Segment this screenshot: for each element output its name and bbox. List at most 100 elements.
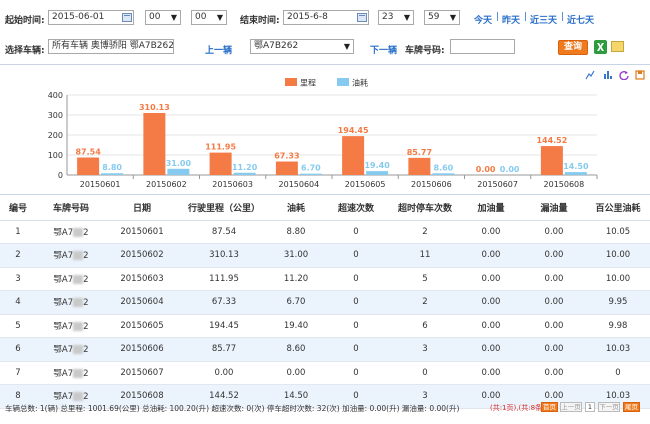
table-cell: 6.70 [270, 290, 322, 315]
y-tick-label: 100 [48, 151, 63, 160]
query-button[interactable]: 查询 [558, 40, 588, 55]
column-header: 编号 [0, 196, 36, 221]
legend-swatch [337, 78, 349, 86]
line-chart-icon[interactable] [585, 70, 595, 80]
x-tick-label: 20150607 [477, 180, 518, 189]
calendar-icon[interactable] [122, 13, 132, 22]
quick-yesterday-link[interactable]: 昨天 [502, 13, 520, 26]
table-cell: 0.00 [522, 314, 586, 338]
table-row[interactable]: 7 鄂A7 2 20150607 0.00 0.00 0 0 0.00 0.00 0 [0, 361, 650, 385]
table-row[interactable]: 3 鄂A7 2 20150603 111.95 11.20 0 5 0.00 0.00 10.00 [0, 267, 650, 291]
column-header: 超速次数 [322, 196, 390, 221]
table-cell: 0 [322, 361, 390, 385]
chevron-down-icon: ▼ [343, 42, 350, 51]
table-cell: 0.00 [460, 220, 522, 244]
table-cell: 0 [322, 220, 390, 244]
data-label: 31.00 [166, 159, 192, 168]
chevron-down-icon: ▼ [403, 13, 410, 22]
last-page-button[interactable]: 尾页 [623, 402, 640, 412]
column-header: 超时停车次数 [390, 196, 460, 221]
table-cell: 20150607 [106, 361, 178, 385]
plate-cell: 鄂A7 2 [36, 243, 106, 268]
first-page-button[interactable]: 首页 [541, 402, 558, 412]
table-cell: 10.05 [586, 220, 650, 244]
bar-mileage [143, 112, 166, 175]
table-cell: 2 [390, 290, 460, 315]
y-tick-label: 400 [48, 91, 63, 100]
table-cell: 0.00 [522, 220, 586, 244]
x-tick-label: 20150602 [146, 180, 187, 189]
refresh-icon[interactable] [619, 70, 629, 80]
plate-cell: 鄂A7 2 [36, 361, 106, 385]
table-cell: 194.45 [178, 314, 270, 338]
quick-today-link[interactable]: 今天 [474, 13, 492, 26]
plate-input[interactable] [450, 39, 515, 54]
start-time-label: 起始时间: [5, 16, 45, 26]
table-cell: 0.00 [522, 243, 586, 268]
table-cell: 10.00 [586, 267, 650, 291]
column-header: 油耗 [270, 196, 322, 221]
calendar-icon[interactable] [357, 13, 367, 22]
excel-export-icon[interactable] [594, 40, 607, 54]
data-table: 编号 车牌号码 日期 行驶里程（公里） 油耗 超速次数 超时停车次数 加油量 漏油量 百公里油耗 … [0, 196, 650, 409]
bar-fuel [564, 172, 587, 175]
table-header: 编号 车牌号码 日期 行驶里程（公里） 油耗 超速次数 超时停车次数 加油量 漏油量 百公里油耗 [0, 196, 650, 221]
quick-7days-link[interactable]: 近七天 [567, 13, 594, 26]
next-vehicle-link[interactable]: 下一辆 [370, 43, 397, 56]
column-header: 日期 [106, 196, 178, 221]
prev-page-button[interactable]: 上一页 [560, 402, 582, 412]
next-page-button[interactable]: 下一页 [598, 402, 620, 412]
quick-3days-link[interactable]: 近三天 [530, 13, 557, 26]
table-row[interactable]: 4 鄂A7 2 20150604 67.33 6.70 0 2 0.00 0.00 9.95 [0, 290, 650, 315]
table-cell: 0 [322, 337, 390, 362]
plate-cell: 鄂A7 2 [36, 337, 106, 362]
mask-blur [73, 274, 84, 284]
table-cell: 7 [0, 361, 36, 385]
table-cell: 3 [390, 337, 460, 362]
table-cell: 67.33 [178, 290, 270, 315]
save-icon[interactable] [635, 70, 645, 80]
start-date-input[interactable]: 2015-06-01 [48, 10, 134, 25]
bar-fuel [233, 172, 256, 175]
x-tick-label: 20150605 [345, 180, 386, 189]
table-cell: 0.00 [460, 243, 522, 268]
plate-cell: 鄂A7 2 [36, 267, 106, 291]
column-header: 漏油量 [522, 196, 586, 221]
x-tick-label: 20150604 [279, 180, 320, 189]
table-cell: 0 [322, 243, 390, 268]
start-hour-select[interactable]: 00 ▼ [145, 10, 181, 25]
bar-mileage [209, 152, 232, 175]
table-cell: 2 [0, 243, 36, 268]
table-cell: 310.13 [178, 243, 270, 268]
mail-icon[interactable] [611, 41, 624, 52]
plate-label: 车牌号码: [405, 46, 445, 56]
page-number[interactable]: 1 [585, 402, 595, 412]
table-cell: 10.03 [586, 337, 650, 362]
table-cell: 6 [0, 337, 36, 362]
chevron-down-icon: ▼ [216, 13, 223, 22]
table-cell: 9.95 [586, 290, 650, 315]
table-row[interactable]: 6 鄂A7 2 20150606 85.77 8.60 0 3 0.00 0.00 10.03 [0, 337, 650, 362]
end-minute-select[interactable]: 59 ▼ [424, 10, 460, 25]
bar-fuel [101, 173, 124, 175]
bar-chart-icon[interactable] [603, 70, 613, 80]
table-row[interactable]: 1 鄂A7 2 20150601 87.54 8.80 0 2 0.00 0.00 10.05 [0, 220, 650, 244]
mask-blur [73, 251, 84, 261]
end-date-input[interactable]: 2015-6-8 [283, 10, 369, 25]
table-row[interactable]: 5 鄂A7 2 20150605 194.45 19.40 0 6 0.00 0.00 9.98 [0, 314, 650, 338]
prev-vehicle-link[interactable]: 上一辆 [205, 43, 232, 56]
end-hour-select[interactable]: 23 ▼ [378, 10, 414, 25]
y-tick-label: 0 [58, 171, 63, 180]
data-label: 8.80 [102, 163, 122, 172]
table-cell: 31.00 [270, 243, 322, 268]
table-row[interactable]: 2 鄂A7 2 20150602 310.13 31.00 0 11 0.00 0.00 10.00 [0, 243, 650, 268]
vehicle-input[interactable]: 所有车辆 奥博骄阳 鄂A7B262 鄂AF [48, 39, 174, 54]
bar-mileage [275, 161, 298, 175]
vehicle-select[interactable]: 鄂A7B262 ▼ [250, 39, 354, 54]
start-minute-select[interactable]: 00 ▼ [191, 10, 227, 25]
y-tick-label: 300 [48, 111, 63, 120]
data-label: 67.33 [274, 152, 299, 161]
table-cell: 0.00 [270, 361, 322, 385]
table-cell: 11 [390, 243, 460, 268]
table-cell: 20150602 [106, 243, 178, 268]
